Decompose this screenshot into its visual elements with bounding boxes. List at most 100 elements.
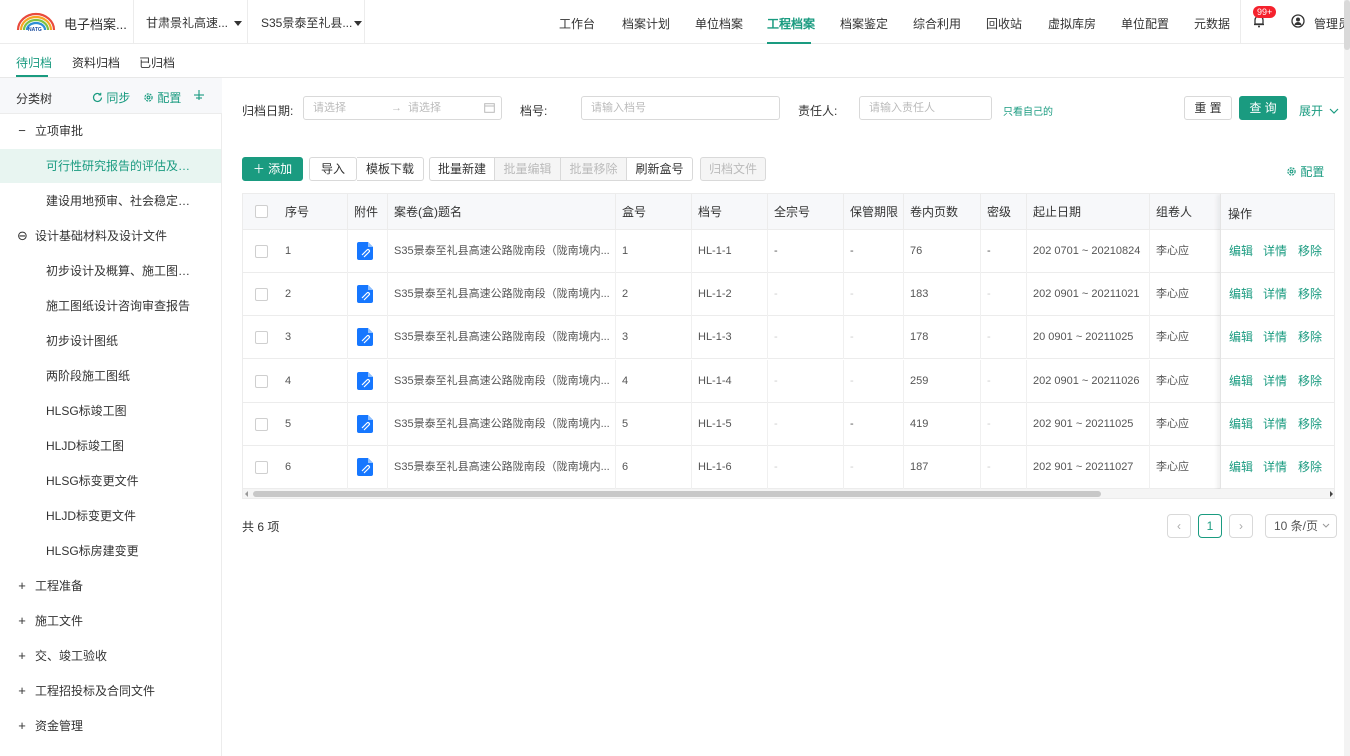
nav-archive-plan[interactable]: 档案计划 (622, 15, 670, 32)
owner-input[interactable]: 请输入责任人 (859, 96, 992, 120)
prev-page-button[interactable]: ‹ (1167, 514, 1191, 538)
tree-node[interactable]: HLSG标竣工图 (0, 394, 221, 428)
edit-link[interactable]: 编辑 (1229, 403, 1253, 446)
sidebar-config-button[interactable]: 配置 (143, 89, 181, 106)
reset-button[interactable]: 重 置 (1184, 96, 1232, 120)
remove-link[interactable]: 移除 (1298, 360, 1322, 403)
table-row[interactable]: 3 S35景泰至礼县高速公路陇南段（陇南境内... 3 HL-1-3- -178-20 … (243, 316, 1334, 360)
nav-workbench[interactable]: 工作台 (559, 15, 595, 32)
next-page-button[interactable]: › (1229, 514, 1253, 538)
user-icon[interactable] (1291, 14, 1305, 28)
scroll-right-icon[interactable] (1328, 491, 1334, 497)
add-button[interactable]: ＋ 添加 (242, 157, 303, 181)
edit-link[interactable]: 编辑 (1229, 446, 1253, 489)
tab-archived[interactable]: 已归档 (139, 54, 175, 71)
nav-unit-archive[interactable]: 单位档案 (695, 15, 743, 32)
edit-link[interactable]: 编辑 (1229, 273, 1253, 316)
collapse-icon[interactable]: ⊖ (17, 219, 28, 253)
tree-node[interactable]: HLSG标变更文件 (0, 464, 221, 498)
table-row[interactable]: 1 S35景泰至礼县高速公路陇南段（陇南境内... 1 HL-1-1- -76-202 … (243, 230, 1334, 273)
expand-filters-link[interactable]: 展开 (1299, 102, 1339, 119)
edit-link[interactable]: 编辑 (1229, 360, 1253, 403)
page-1-button[interactable]: 1 (1198, 514, 1222, 538)
select-all-checkbox[interactable] (255, 205, 268, 218)
system-title[interactable]: 电子档案... (64, 14, 127, 33)
edit-link[interactable]: 编辑 (1229, 230, 1253, 273)
expand-icon[interactable]: + (17, 674, 27, 708)
page-scrollbar-thumb[interactable] (1344, 0, 1350, 50)
batch-new-button[interactable]: 批量新建 (429, 157, 495, 181)
table-row[interactable]: 5 S35景泰至礼县高速公路陇南段（陇南境内... 5 HL-1-5- -419-202… (243, 402, 1334, 446)
archive-date-range-picker[interactable]: 请选择 → 请选择 (303, 96, 502, 120)
code-input[interactable]: 请输入档号 (581, 96, 780, 120)
tree-node[interactable]: + 资金管理 (0, 709, 221, 743)
tree-node[interactable]: + 交、竣工验收 (0, 639, 221, 673)
tree-node[interactable]: 施工图纸设计咨询审查报告 (0, 289, 221, 323)
row-checkbox[interactable] (255, 288, 268, 302)
table-row[interactable]: 2 S35景泰至礼县高速公路陇南段（陇南境内... 2 HL-1-2- -183-202… (243, 273, 1334, 317)
tree-node[interactable]: 初步设计图纸 (0, 324, 221, 358)
tab-pending-archive[interactable]: 待归档 (16, 54, 52, 71)
nav-archive-appraisal[interactable]: 档案鉴定 (840, 15, 888, 32)
import-button[interactable]: 导入 (309, 157, 357, 181)
tree-node[interactable]: − 立项审批 (0, 114, 221, 148)
archive-file-button[interactable]: 归档文件 (700, 157, 766, 181)
project-select-1[interactable]: 甘肃景礼高速... (146, 14, 243, 31)
remove-link[interactable]: 移除 (1298, 403, 1322, 446)
tree-node[interactable]: HLSG标房建变更 (0, 534, 221, 568)
table-row[interactable]: 4 S35景泰至礼县高速公路陇南段（陇南境内... 4 HL-1-4- -259-202… (243, 359, 1334, 403)
table-scrollbar-thumb[interactable] (253, 491, 1101, 497)
project-select-2[interactable]: S35景泰至礼县... (261, 14, 363, 31)
detail-link[interactable]: 详情 (1263, 360, 1287, 403)
table-config-button[interactable]: 配置 (1286, 163, 1324, 180)
expand-icon[interactable]: + (17, 569, 27, 603)
expand-icon[interactable]: + (17, 639, 27, 673)
table-row[interactable]: 6 S35景泰至礼县高速公路陇南段（陇南境内... 6 HL-1-6- -187-202… (243, 446, 1334, 489)
scroll-left-icon[interactable] (244, 491, 250, 497)
nav-comprehensive-use[interactable]: 综合利用 (913, 15, 961, 32)
tree-node[interactable]: + 工程招投标及合同文件 (0, 674, 221, 708)
edit-link[interactable]: 编辑 (1229, 316, 1253, 359)
tree-node[interactable]: 建设用地预审、社会稳定风险... (0, 184, 221, 218)
remove-link[interactable]: 移除 (1298, 446, 1322, 489)
collapse-icon[interactable]: − (17, 114, 27, 148)
page-scrollbar[interactable] (1344, 0, 1350, 756)
expand-icon[interactable]: + (17, 709, 27, 743)
sync-button[interactable]: 同步 (92, 89, 130, 106)
detail-link[interactable]: 详情 (1263, 230, 1287, 273)
only-mine-link[interactable]: 只看自己的 (1003, 103, 1053, 118)
remove-link[interactable]: 移除 (1298, 316, 1322, 359)
search-button[interactable]: 查 询 (1239, 96, 1287, 120)
row-checkbox[interactable] (255, 374, 268, 388)
table-horizontal-scrollbar[interactable] (243, 489, 1334, 498)
tree-node[interactable]: ⊖ 设计基础材料及设计文件 (0, 219, 221, 253)
nav-virtual-warehouse[interactable]: 虚拟库房 (1048, 15, 1096, 32)
template-download-button[interactable]: 模板下载 (357, 157, 424, 181)
tree-node[interactable]: HLJD标竣工图 (0, 429, 221, 463)
nav-project-archive[interactable]: 工程档案 (767, 15, 815, 32)
remove-link[interactable]: 移除 (1298, 230, 1322, 273)
row-checkbox[interactable] (255, 245, 268, 258)
nav-metadata[interactable]: 元数据 (1194, 15, 1230, 32)
nav-recycle-bin[interactable]: 回收站 (986, 15, 1022, 32)
tree-node[interactable]: HLJD标变更文件 (0, 499, 221, 533)
detail-link[interactable]: 详情 (1263, 403, 1287, 446)
row-checkbox[interactable] (255, 461, 268, 474)
row-checkbox[interactable] (255, 417, 268, 431)
tree-node[interactable]: + 工程准备 (0, 569, 221, 603)
natg-logo-icon[interactable]: NATG (16, 12, 56, 32)
expand-icon[interactable]: + (17, 604, 27, 638)
tree-node[interactable]: 两阶段施工图纸 (0, 359, 221, 393)
add-node-icon[interactable] (193, 89, 205, 101)
row-checkbox[interactable] (255, 331, 268, 345)
batch-move-button[interactable]: 批量移除 (561, 157, 627, 181)
detail-link[interactable]: 详情 (1263, 273, 1287, 316)
page-size-select[interactable]: 10 条/页 (1265, 514, 1337, 538)
tree-node[interactable]: + 施工文件 (0, 604, 221, 638)
nav-unit-config[interactable]: 单位配置 (1121, 15, 1169, 32)
remove-link[interactable]: 移除 (1298, 273, 1322, 316)
refresh-box-number-button[interactable]: 刷新盒号 (627, 157, 693, 181)
tab-material-archive[interactable]: 资料归档 (72, 54, 120, 71)
detail-link[interactable]: 详情 (1263, 446, 1287, 489)
detail-link[interactable]: 详情 (1263, 316, 1287, 359)
